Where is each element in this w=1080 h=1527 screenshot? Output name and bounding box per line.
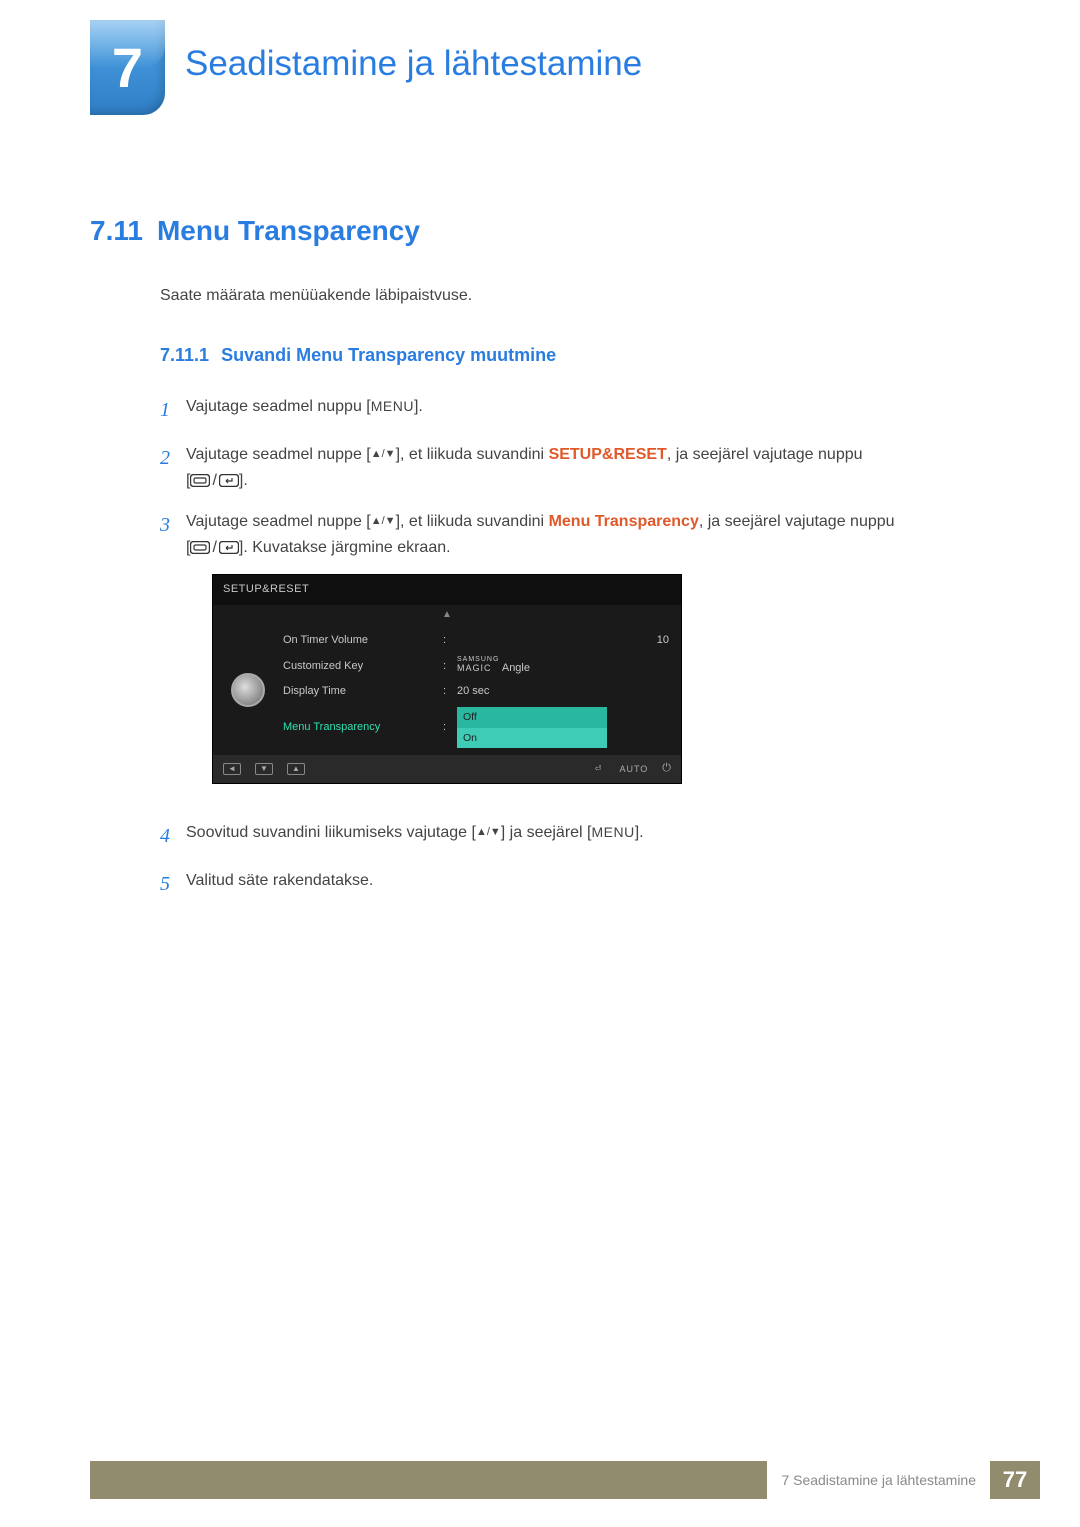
step-body: Valitud säte rakendatakse.	[186, 868, 990, 900]
osd-colon: :	[443, 719, 457, 737]
footer-chapter-label: 7 Seadistamine ja lähtestamine	[767, 1472, 990, 1488]
up-down-arrows-icon: ▲/▼	[371, 446, 396, 464]
osd-row-on-timer-volume: On Timer Volume : 10	[283, 629, 669, 653]
osd-option-off: Off	[457, 707, 607, 728]
step-1: 1 Vajutage seadmel nuppu [MENU].	[160, 394, 990, 426]
osd-enter-icon: ⏎	[591, 763, 606, 775]
step-body: Soovitud suvandini liikumiseks vajutage …	[186, 820, 990, 852]
osd-label: Display Time	[283, 683, 443, 701]
osd-scroll-up-icon: ▲	[213, 605, 681, 625]
source-enter-icon: /	[190, 535, 238, 561]
osd-rows: On Timer Volume : 10 Customized Key :	[283, 625, 681, 755]
step-text: ]. Kuvatakse järgmine ekraan.	[239, 539, 451, 556]
osd-auto-label: AUTO	[619, 762, 648, 776]
highlight-setup-reset: SETUP&RESET	[549, 446, 667, 463]
step-text: Vajutage seadmel nuppe [	[186, 513, 371, 530]
subsection-title: 7.11.1 Suvandi Menu Transparency muutmine	[160, 345, 990, 366]
chapter-number: 7	[112, 35, 143, 100]
step-body: Vajutage seadmel nuppu [MENU].	[186, 394, 990, 426]
osd-row-customized-key: Customized Key : SAMSUNG MAGIC Angle	[283, 653, 669, 681]
footer-bar	[90, 1461, 767, 1499]
osd-screenshot: SETUP&RESET ▲ On Timer Volume :	[212, 574, 682, 784]
step-text: ].	[239, 472, 248, 489]
osd-body: On Timer Volume : 10 Customized Key :	[213, 625, 681, 755]
step-number: 1	[160, 394, 186, 426]
page-footer: 7 Seadistamine ja lähtestamine 77	[90, 1461, 1040, 1499]
osd-value-suffix: Angle	[499, 662, 530, 674]
step-2: 2 Vajutage seadmel nuppe [▲/▼], et liiku…	[160, 442, 990, 493]
osd-colon: :	[443, 658, 457, 676]
section-number: 7.11	[90, 215, 143, 246]
gear-icon	[231, 673, 265, 707]
step-3: 3 Vajutage seadmel nuppe [▲/▼], et liiku…	[160, 509, 990, 804]
magic-text: MAGIC	[457, 663, 492, 673]
osd-row-display-time: Display Time : 20 sec	[283, 680, 669, 704]
osd-value: 20 sec	[457, 683, 629, 701]
highlight-menu-transparency: Menu Transparency	[549, 513, 699, 530]
step-body: Vajutage seadmel nuppe [▲/▼], et liikuda…	[186, 509, 990, 804]
osd-nav-down-icon: ▼	[255, 763, 273, 775]
step-5: 5 Valitud säte rakendatakse.	[160, 868, 990, 900]
step-text: , ja seejärel vajutage nuppu	[699, 513, 895, 530]
osd-label: Menu Transparency	[283, 719, 443, 737]
up-down-arrows-icon: ▲/▼	[476, 824, 501, 842]
step-text: ], et liikuda suvandini	[396, 513, 549, 530]
osd-power-icon: ⏻	[662, 760, 671, 778]
step-text: ], et liikuda suvandini	[396, 446, 549, 463]
source-enter-icon: /	[190, 468, 238, 494]
step-text: ].	[635, 824, 644, 841]
osd-row-menu-transparency: Menu Transparency : Off On	[283, 704, 669, 752]
samsung-text: SAMSUNG	[457, 656, 499, 663]
step-4: 4 Soovitud suvandini liikumiseks vajutag…	[160, 820, 990, 852]
section-title: 7.11 Menu Transparency	[90, 215, 990, 247]
step-text: Vajutage seadmel nuppu [	[186, 398, 371, 415]
section-title-text: Menu Transparency	[157, 215, 420, 246]
osd-nav-up-icon: ▲	[287, 763, 305, 775]
osd-value: SAMSUNG MAGIC Angle	[457, 656, 629, 678]
step-number: 5	[160, 868, 186, 900]
osd-label: On Timer Volume	[283, 632, 443, 650]
step-number: 4	[160, 820, 186, 852]
osd-colon: :	[443, 683, 457, 701]
chapter-title: Seadistamine ja lähtestamine	[185, 44, 642, 84]
osd-colon: :	[443, 632, 457, 650]
subsection-number: 7.11.1	[160, 345, 209, 365]
steps-list: 1 Vajutage seadmel nuppu [MENU]. 2 Vajut…	[160, 394, 990, 900]
step-text: Vajutage seadmel nuppe [	[186, 446, 371, 463]
subsection-title-text: Suvandi Menu Transparency muutmine	[221, 345, 556, 365]
osd-panel: SETUP&RESET ▲ On Timer Volume :	[212, 574, 682, 784]
osd-value: Off On	[457, 707, 629, 749]
chapter-number-badge: 7	[90, 20, 165, 115]
menu-keyword: MENU	[371, 398, 414, 414]
step-text: ].	[414, 398, 423, 415]
step-text: Soovitud suvandini liikumiseks vajutage …	[186, 824, 476, 841]
section-intro: Saate määrata menüüakende läbipaistvuse.	[160, 287, 990, 305]
step-body: Vajutage seadmel nuppe [▲/▼], et liikuda…	[186, 442, 990, 493]
page-header: 7 Seadistamine ja lähtestamine	[0, 0, 1080, 115]
page-number: 77	[990, 1461, 1040, 1499]
osd-value-right: 10	[629, 632, 669, 650]
step-number: 2	[160, 442, 186, 493]
osd-nav-left-icon: ◄	[223, 763, 241, 775]
osd-dropdown: Off On	[457, 707, 607, 749]
up-down-arrows-icon: ▲/▼	[371, 513, 396, 531]
step-text: , ja seejärel vajutage nuppu	[667, 446, 863, 463]
osd-title: SETUP&RESET	[213, 575, 681, 605]
osd-option-on: On	[457, 728, 607, 749]
menu-keyword: MENU	[592, 824, 635, 840]
osd-footer: ◄ ▼ ▲ ⏎ AUTO ⏻	[213, 755, 681, 783]
step-number: 3	[160, 509, 186, 804]
osd-label: Customized Key	[283, 658, 443, 676]
step-text: ] ja seejärel [	[501, 824, 592, 841]
osd-category-icon-area	[213, 625, 283, 755]
page-content: 7.11 Menu Transparency Saate määrata menü…	[0, 115, 1080, 900]
